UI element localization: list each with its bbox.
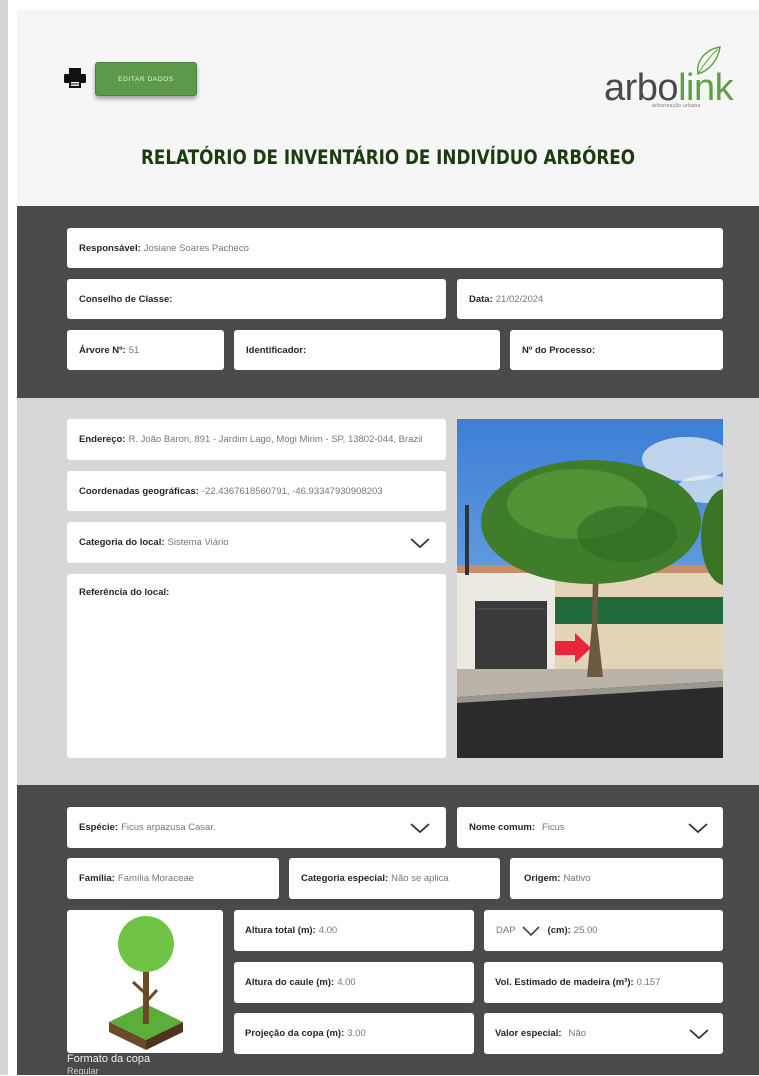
processo-field[interactable]: Nº do Processo:: [510, 330, 723, 370]
logo-wordmark: arbolink: [604, 67, 734, 109]
data-field[interactable]: Data: 21/02/2024: [457, 279, 723, 319]
referencia-textarea[interactable]: Referência do local:: [67, 574, 446, 758]
identificador-field[interactable]: Identificador:: [234, 330, 500, 370]
tree-photo: [457, 419, 723, 758]
projecao-copa-field[interactable]: Projeção da copa (m): 3.00: [234, 1013, 474, 1054]
chevron-down-icon: [410, 823, 430, 834]
coordenadas-field[interactable]: Coordenadas geográficas: -22.436761856079…: [67, 471, 446, 511]
conselho-field[interactable]: Conselho de Classe:: [67, 279, 446, 319]
arbolink-logo: arbolink arborização urbana: [600, 46, 735, 114]
familia-field[interactable]: Família: Família Moraceae: [67, 858, 279, 899]
formato-copa-label: Formato da copa: [67, 1053, 151, 1065]
chevron-down-icon[interactable]: [521, 925, 541, 937]
nome-comum-select[interactable]: Nome comum: Ficus: [457, 807, 723, 848]
categoria-especial-field[interactable]: Categoria especial: Não se aplica: [289, 858, 500, 899]
responsavel-field[interactable]: Responsável: Josiane Soares Pacheco: [67, 228, 723, 268]
tree-icon: [109, 916, 183, 1050]
chevron-down-icon: [689, 1029, 709, 1040]
edit-data-button[interactable]: EDITAR DADOS: [95, 62, 197, 96]
origem-field[interactable]: Origem: Nativo: [510, 858, 723, 899]
valor-especial-select[interactable]: Valor especial: Não: [484, 1013, 723, 1054]
page-title: RELATÓRIO DE INVENTÁRIO DE INDIVÍDUO ARB…: [140, 146, 636, 169]
logo-tagline: arborização urbana: [652, 103, 701, 109]
dap-field[interactable]: DAP (cm): 25.00: [484, 910, 723, 951]
left-scroll-strip: [0, 0, 8, 1075]
altura-total-field[interactable]: Altura total (m): 4.00: [234, 910, 474, 951]
chevron-down-icon: [410, 538, 430, 549]
categoria-local-select[interactable]: Categoria do local: Sistema Viário: [67, 522, 446, 563]
especie-select[interactable]: Espécie: Ficus arpazusa Casar.: [67, 807, 446, 848]
crown-shape-card[interactable]: [67, 910, 223, 1053]
altura-caule-field[interactable]: Altura do caule (m): 4.00: [234, 962, 474, 1003]
vol-madeira-field[interactable]: Vol. Estimado de madeira (m³): 0.157: [484, 962, 723, 1003]
endereco-field[interactable]: Endereço: R. João Baron, 891 - Jardim Lag…: [67, 419, 446, 460]
page: EDITAR DADOS arbolink arborização urbana…: [0, 0, 759, 1076]
print-icon[interactable]: [64, 68, 86, 88]
arvore-field[interactable]: Árvore Nº: 51: [67, 330, 224, 370]
chevron-down-icon: [688, 823, 708, 834]
